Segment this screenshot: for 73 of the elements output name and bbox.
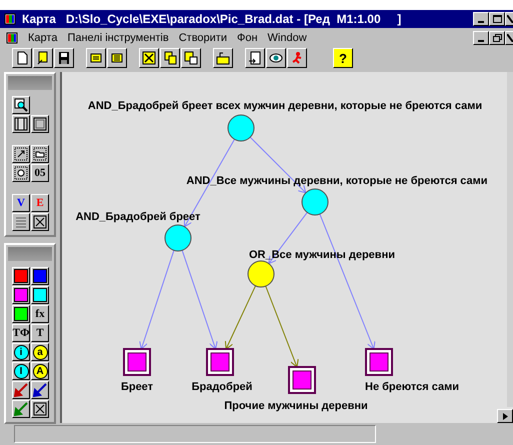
node-label: AND_Брадобрей бреет bbox=[76, 211, 200, 223]
menu-item[interactable]: Панелі інструментів bbox=[67, 32, 169, 44]
square-node bbox=[206, 348, 234, 376]
split-view-icon bbox=[14, 117, 28, 131]
save-icon bbox=[57, 51, 71, 65]
close-button[interactable] bbox=[505, 12, 513, 26]
folder-button[interactable] bbox=[31, 145, 49, 163]
horizontal-scrollbar[interactable] bbox=[497, 409, 513, 423]
link-arrow-button[interactable] bbox=[12, 145, 30, 163]
node-label: OR_Все мужчины деревни bbox=[249, 249, 395, 261]
lines-icon bbox=[14, 215, 28, 229]
menu-item[interactable]: Карта bbox=[28, 32, 58, 44]
app-icon bbox=[4, 13, 16, 25]
square-node bbox=[288, 366, 316, 394]
minimize-button[interactable] bbox=[473, 31, 489, 45]
close-button[interactable] bbox=[505, 31, 513, 45]
close-icon bbox=[507, 15, 513, 23]
app-icon bbox=[6, 32, 18, 44]
folder-icon bbox=[33, 147, 47, 161]
scissors-icon bbox=[142, 51, 156, 65]
tool-button[interactable]: TФ bbox=[12, 324, 30, 342]
restore-icon bbox=[492, 34, 502, 42]
panel-header bbox=[8, 247, 52, 261]
maximize-icon bbox=[492, 15, 502, 23]
tool-button[interactable]: V bbox=[12, 194, 30, 212]
frame-icon bbox=[33, 117, 47, 131]
menu-item[interactable]: Фон bbox=[236, 32, 258, 44]
dot-button[interactable] bbox=[12, 164, 30, 182]
restore-button[interactable] bbox=[489, 31, 505, 45]
eye-icon bbox=[269, 51, 283, 65]
close-icon bbox=[33, 402, 47, 416]
node-label: Прочие мужчины деревни bbox=[224, 400, 368, 412]
tool-button[interactable]: fx bbox=[31, 305, 49, 323]
close-button[interactable] bbox=[31, 213, 49, 231]
close-icon bbox=[33, 215, 47, 229]
close-icon bbox=[507, 34, 513, 42]
node-label: AND_Брадобрей бреет всех мужчин деревни, которые не бреются сами bbox=[88, 100, 482, 112]
paste-button[interactable] bbox=[181, 48, 201, 68]
scissors-button[interactable] bbox=[139, 48, 159, 68]
tool-button[interactable]: 05 bbox=[31, 164, 49, 182]
close-button[interactable] bbox=[31, 400, 49, 418]
running-figure-icon bbox=[290, 51, 304, 65]
copy-button[interactable] bbox=[160, 48, 180, 68]
help-button[interactable]: ? bbox=[333, 48, 353, 68]
lines-button[interactable] bbox=[12, 213, 30, 231]
menu-item[interactable]: Створити bbox=[178, 32, 227, 44]
zoom-button[interactable] bbox=[12, 96, 30, 114]
square-node bbox=[123, 348, 151, 376]
panel-header bbox=[8, 76, 52, 90]
paste-icon bbox=[184, 51, 198, 65]
tool-button[interactable]: T bbox=[31, 324, 49, 342]
new-file-icon bbox=[15, 51, 29, 65]
zoom-icon bbox=[14, 98, 28, 112]
frame-button[interactable] bbox=[31, 115, 49, 133]
vertical-scrollbar[interactable] bbox=[507, 72, 513, 407]
save-button[interactable] bbox=[54, 48, 74, 68]
new-file-button[interactable] bbox=[12, 48, 32, 68]
scroll-right-icon bbox=[502, 412, 508, 420]
window-title: Карта D:\Slo_Cycle\EXE\paradox\Pic_Brad.dat - [Ред M1:1.00 ] bbox=[22, 12, 402, 26]
node-label: AND_Все мужчины деревни, которые не бреются сами bbox=[186, 175, 488, 187]
export-button[interactable] bbox=[245, 48, 265, 68]
copy-icon bbox=[163, 51, 177, 65]
minimize-button[interactable] bbox=[473, 12, 489, 26]
square-node bbox=[365, 348, 393, 376]
split-view-button[interactable] bbox=[12, 115, 30, 133]
maximize-button[interactable] bbox=[489, 12, 505, 26]
export-icon bbox=[248, 51, 262, 65]
menu-item[interactable]: Window bbox=[268, 32, 307, 44]
node-label: Не бреются сами bbox=[365, 381, 459, 393]
node-label: Бреет bbox=[120, 381, 154, 393]
running-figure-button[interactable] bbox=[287, 48, 307, 68]
eye-button[interactable] bbox=[266, 48, 286, 68]
node-label: Брадобрей bbox=[192, 381, 252, 393]
